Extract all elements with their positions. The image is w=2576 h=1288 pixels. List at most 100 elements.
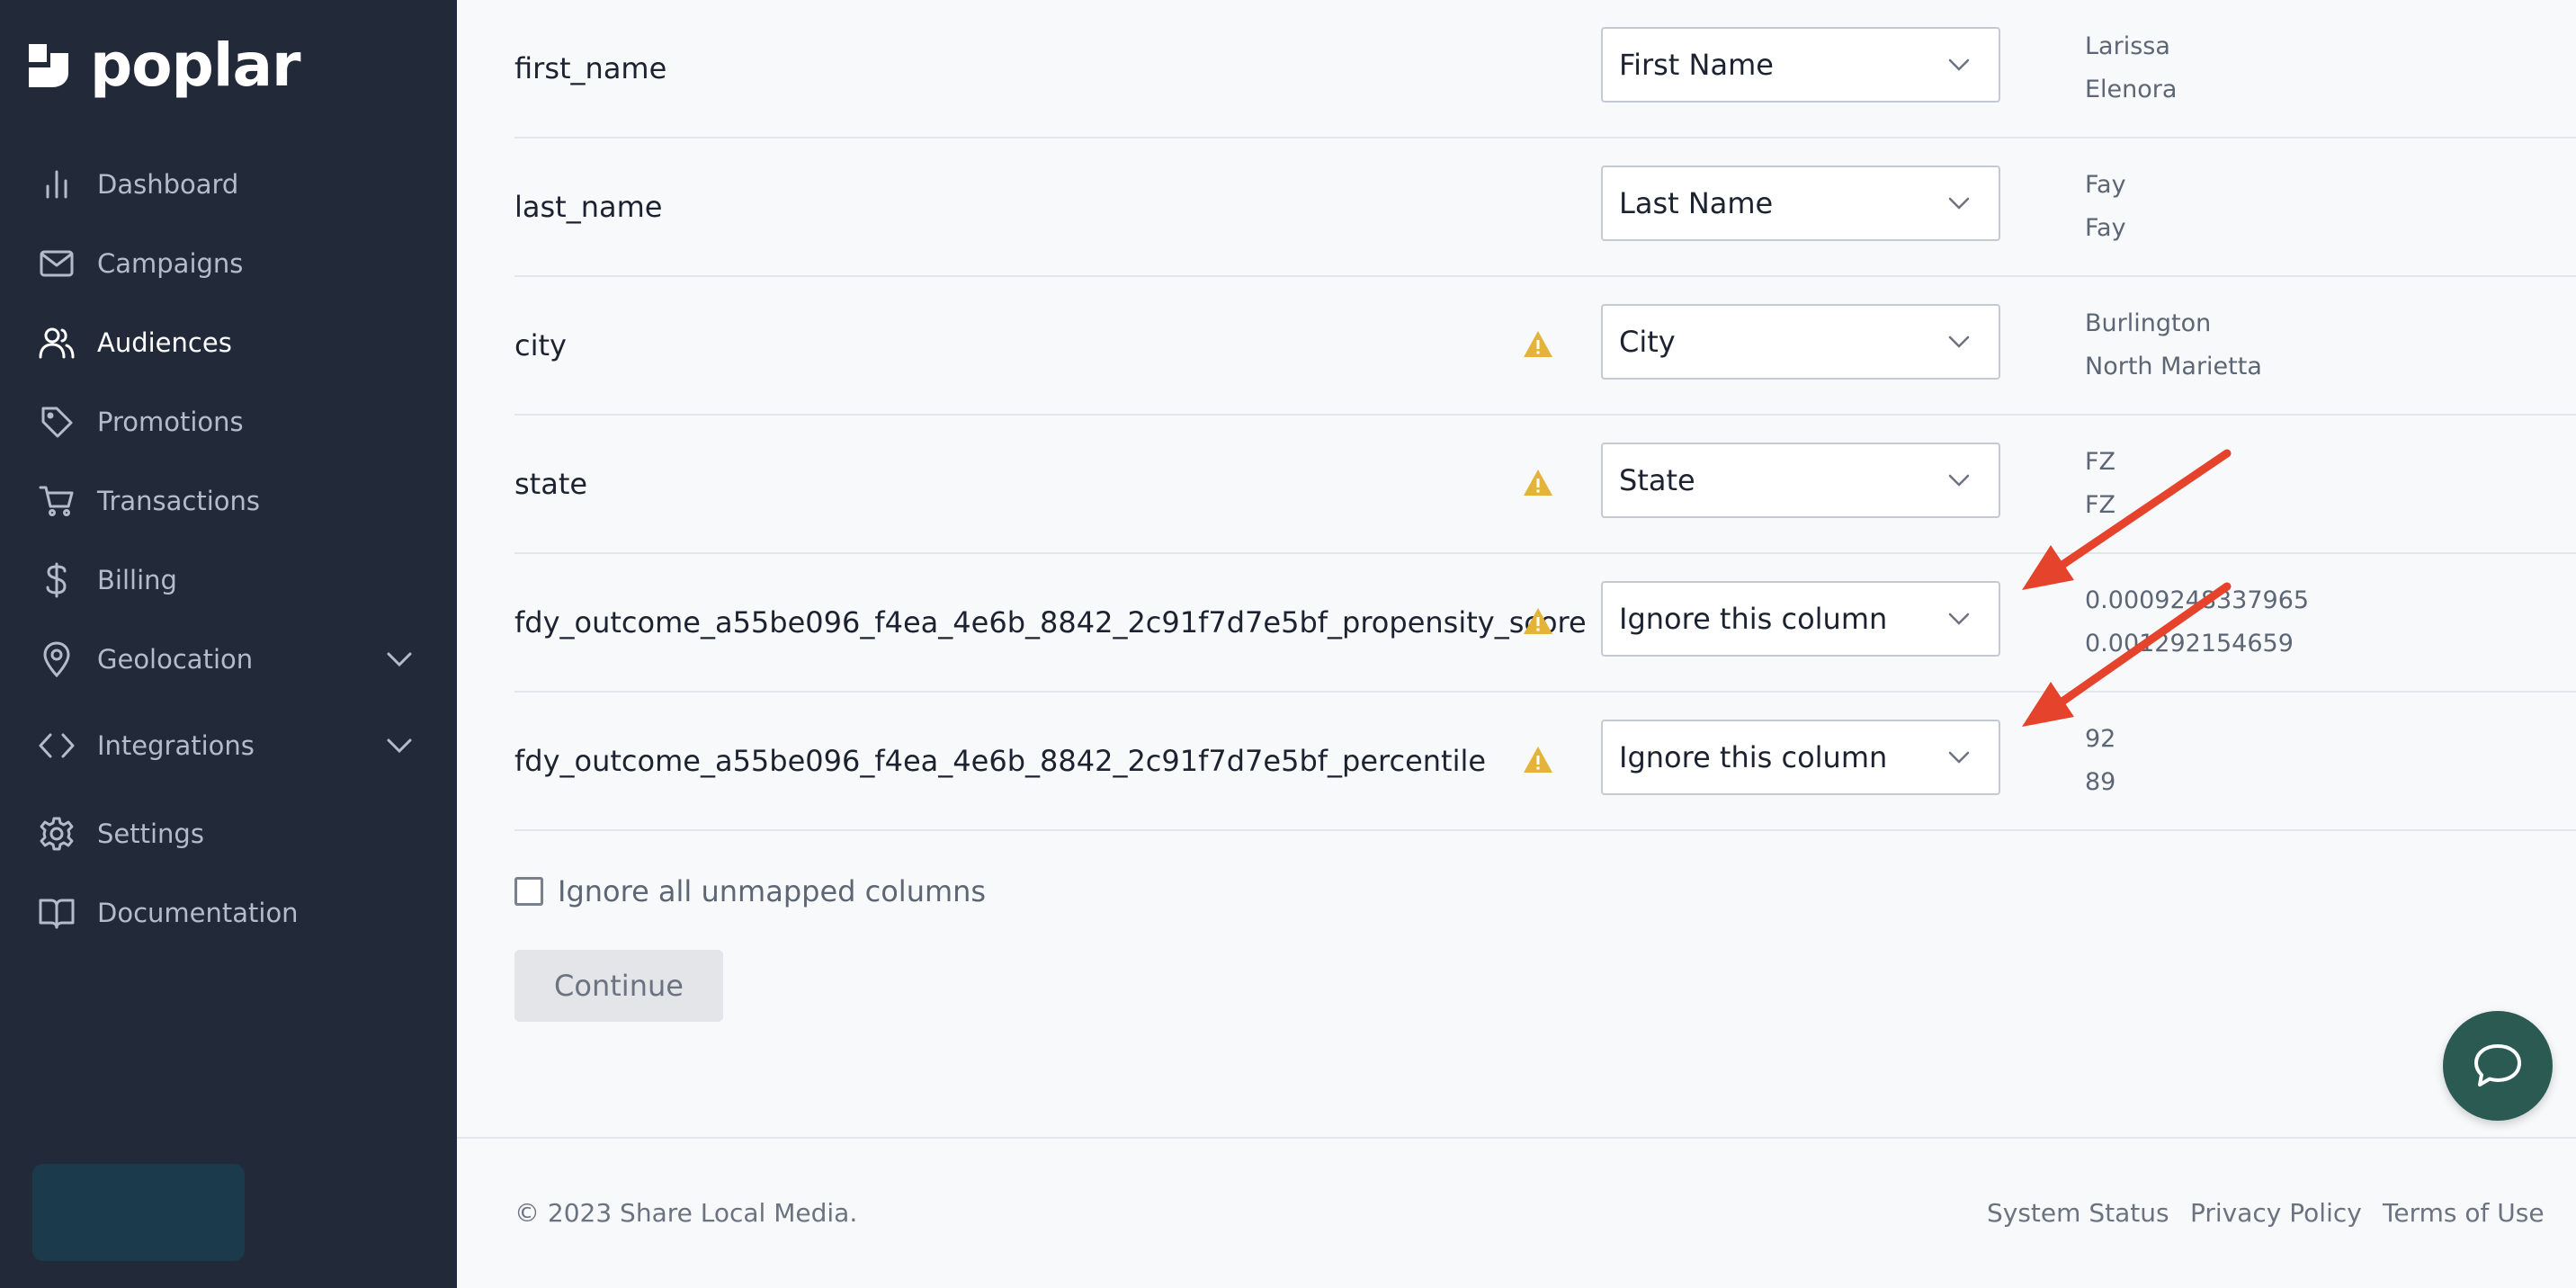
terms-of-use-link[interactable]: Terms of Use xyxy=(2383,1198,2545,1228)
sidebar-item-settings[interactable]: Settings xyxy=(0,798,457,870)
field-mapping-select[interactable]: Ignore this column xyxy=(1601,720,2000,795)
mapping-row: first_name First Name Larissa Elenora xyxy=(514,0,2576,139)
code-icon xyxy=(38,727,76,765)
mapping-row: last_name Last Name Fay Fay xyxy=(514,139,2576,277)
sidebar-item-label: Integrations xyxy=(97,730,255,761)
location-pin-icon xyxy=(38,640,76,678)
sample-value: 92 xyxy=(2085,725,2116,753)
field-mapping-select[interactable]: First Name xyxy=(1601,27,2000,103)
mapping-row: state State FZ FZ xyxy=(514,416,2576,554)
mail-icon xyxy=(38,245,76,282)
sidebar-item-label: Dashboard xyxy=(97,169,239,200)
continue-button[interactable]: Continue xyxy=(514,950,723,1022)
sidebar-item-label: Billing xyxy=(97,565,177,595)
select-value: First Name xyxy=(1619,48,1774,82)
dollar-icon xyxy=(38,561,76,599)
ignore-unmapped-label: Ignore all unmapped columns xyxy=(558,874,987,908)
sidebar-item-label: Campaigns xyxy=(97,248,244,279)
chat-launcher-button[interactable] xyxy=(2443,1011,2553,1121)
sidebar-item-label: Transactions xyxy=(97,486,261,516)
sidebar-item-geolocation[interactable]: Geolocation xyxy=(0,623,457,695)
sidebar-item-audiences[interactable]: Audiences xyxy=(0,307,457,379)
system-status-link[interactable]: System Status xyxy=(1987,1198,2169,1228)
sample-values: 0.0009248337965 0.001292154659 xyxy=(2085,579,2309,666)
bar-chart-icon xyxy=(38,165,76,203)
mapping-row: fdy_outcome_a55be096_f4ea_4e6b_8842_2c91… xyxy=(514,693,2576,831)
column-name: state xyxy=(514,467,588,501)
column-name: city xyxy=(514,328,567,362)
sample-value: FZ xyxy=(2085,448,2116,476)
chevron-down-icon xyxy=(1948,613,1970,625)
sidebar-item-label: Settings xyxy=(97,818,204,849)
sidebar-item-documentation[interactable]: Documentation xyxy=(0,877,457,949)
warning-icon xyxy=(1524,747,1552,773)
mapping-row: city City Burlington North Marietta xyxy=(514,277,2576,416)
chevron-down-icon xyxy=(1948,335,1970,348)
warning-icon xyxy=(1524,331,1552,357)
sample-values: FZ FZ xyxy=(2085,441,2115,527)
warning-icon xyxy=(1524,608,1552,634)
sample-value: FZ xyxy=(2085,491,2116,519)
field-mapping-select[interactable]: Ignore this column xyxy=(1601,581,2000,657)
brand-name: poplar xyxy=(90,31,301,100)
select-value: Ignore this column xyxy=(1619,740,1888,774)
column-name: fdy_outcome_a55be096_f4ea_4e6b_8842_2c91… xyxy=(514,744,1487,778)
warning-icon xyxy=(1524,470,1552,496)
sidebar-item-label: Documentation xyxy=(97,898,299,928)
tag-icon xyxy=(38,403,76,441)
sample-value: Fay xyxy=(2085,171,2126,199)
sidebar-item-label: Geolocation xyxy=(97,644,254,675)
poplar-logo[interactable]: poplar xyxy=(25,31,301,100)
sidebar-item-billing[interactable]: Billing xyxy=(0,544,457,616)
main-content: first_name First Name Larissa Elenora la… xyxy=(457,0,2576,1288)
chevron-down-icon xyxy=(1948,197,1970,210)
sample-value: Elenora xyxy=(2085,76,2178,103)
sample-value: Fay xyxy=(2085,214,2126,242)
book-icon xyxy=(38,894,76,932)
sidebar-item-label: Promotions xyxy=(97,407,244,437)
sample-value: North Marietta xyxy=(2085,353,2262,380)
field-mapping-select[interactable]: State xyxy=(1601,443,2000,518)
chat-bubble-icon xyxy=(2474,1044,2521,1087)
column-name: fdy_outcome_a55be096_f4ea_4e6b_8842_2c91… xyxy=(514,605,1587,640)
sample-values: 92 89 xyxy=(2085,718,2115,804)
sample-value: 89 xyxy=(2085,768,2116,796)
chevron-down-icon[interactable] xyxy=(381,728,417,764)
select-value: Ignore this column xyxy=(1619,602,1888,636)
sidebar-item-label: Audiences xyxy=(97,327,232,358)
privacy-policy-link[interactable]: Privacy Policy xyxy=(2190,1198,2362,1228)
footer-copyright: © 2023 Share Local Media. xyxy=(514,1198,858,1228)
mapping-row: fdy_outcome_a55be096_f4ea_4e6b_8842_2c91… xyxy=(514,554,2576,693)
sidebar-item-campaigns[interactable]: Campaigns xyxy=(0,228,457,300)
select-value: State xyxy=(1619,463,1695,497)
poplar-logo-icon xyxy=(29,44,68,87)
select-value: Last Name xyxy=(1619,186,1774,220)
sample-values: Larissa Elenora xyxy=(2085,25,2177,112)
sample-values: Burlington North Marietta xyxy=(2085,302,2262,389)
sample-value: 0.001292154659 xyxy=(2085,630,2294,657)
sidebar-account-panel[interactable] xyxy=(32,1164,245,1261)
sample-value: Burlington xyxy=(2085,309,2212,337)
sidebar: poplar Dashboard Campaigns Audiences Pro… xyxy=(0,0,457,1288)
cart-icon xyxy=(38,482,76,520)
chevron-down-icon xyxy=(1948,751,1970,764)
column-name: first_name xyxy=(514,51,667,85)
sidebar-item-transactions[interactable]: Transactions xyxy=(0,465,457,537)
chevron-down-icon xyxy=(1948,474,1970,487)
sidebar-item-dashboard[interactable]: Dashboard xyxy=(0,148,457,220)
footer: © 2023 Share Local Media. System Status … xyxy=(457,1137,2576,1288)
sample-value: 0.0009248337965 xyxy=(2085,586,2310,614)
chevron-down-icon[interactable] xyxy=(381,641,417,677)
select-value: City xyxy=(1619,325,1676,359)
column-name: last_name xyxy=(514,190,663,224)
chevron-down-icon xyxy=(1948,58,1970,71)
ignore-unmapped-option[interactable]: Ignore all unmapped columns xyxy=(514,874,986,908)
field-mapping-select[interactable]: City xyxy=(1601,304,2000,380)
ignore-unmapped-checkbox[interactable] xyxy=(514,877,543,906)
sidebar-item-integrations[interactable]: Integrations xyxy=(0,710,457,782)
sample-value: Larissa xyxy=(2085,32,2170,60)
sidebar-item-promotions[interactable]: Promotions xyxy=(0,386,457,458)
field-mapping-select[interactable]: Last Name xyxy=(1601,165,2000,241)
sample-values: Fay Fay xyxy=(2085,164,2126,250)
gear-icon xyxy=(38,815,76,853)
